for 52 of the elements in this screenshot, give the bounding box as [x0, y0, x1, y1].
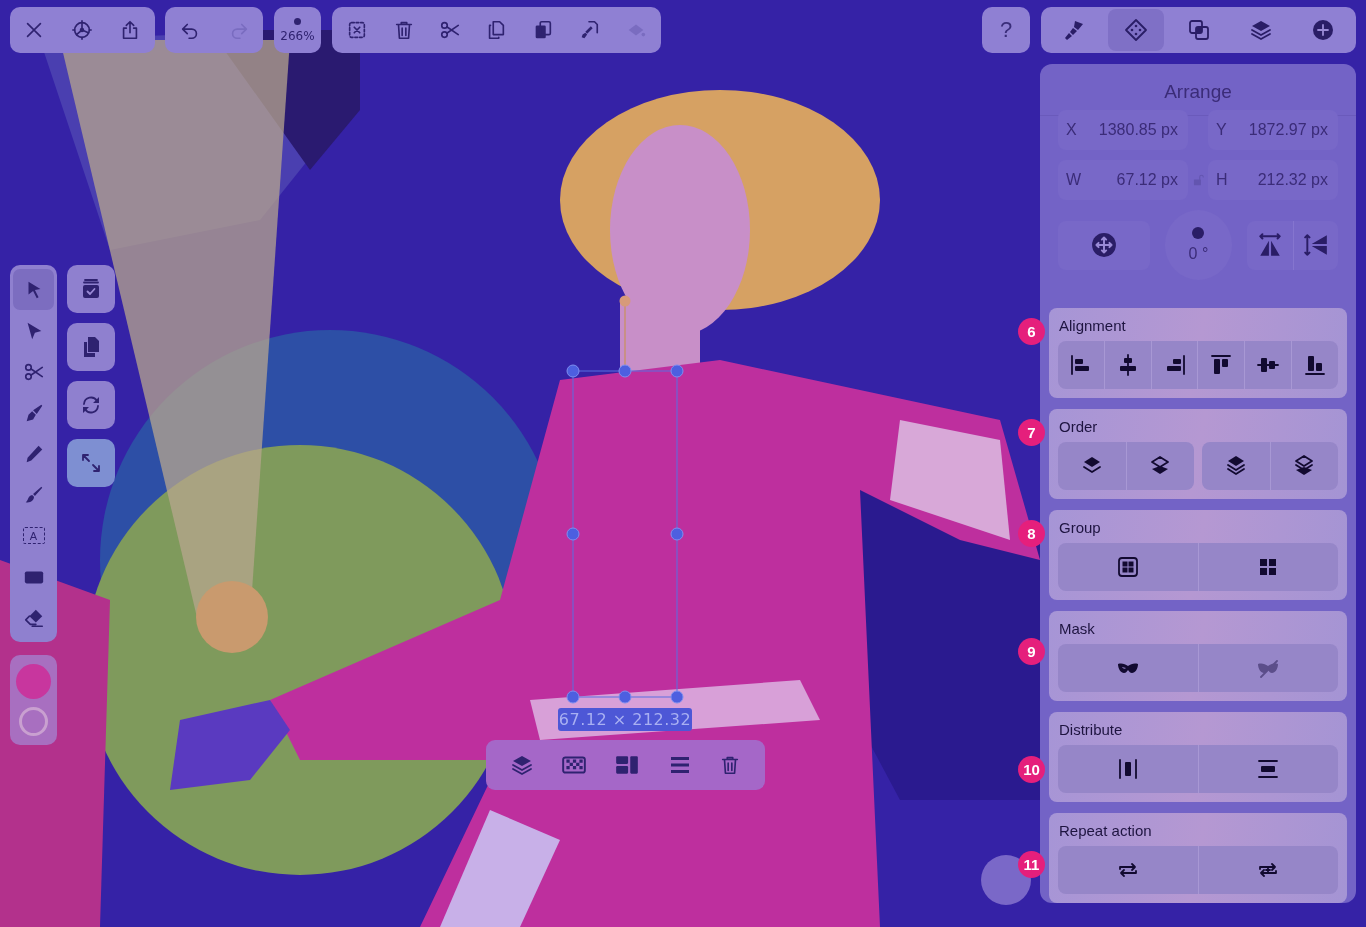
resize-handle[interactable]: [566, 527, 580, 541]
flip-vertical-icon: [1302, 232, 1329, 258]
stroke-swatch[interactable]: [19, 707, 48, 736]
flip-vertical-button[interactable]: [1292, 220, 1338, 270]
flip-horizontal-icon: [1256, 232, 1283, 258]
scissors-icon: [438, 19, 461, 41]
dimension-field[interactable]: X 1380.85 px: [1058, 110, 1188, 150]
move-icon: [1090, 232, 1117, 258]
dimension-field[interactable]: Y 1872.97 px: [1208, 110, 1338, 150]
move-button[interactable]: [1058, 220, 1150, 270]
section-title: Group: [1059, 519, 1102, 536]
settings-icon: [71, 19, 93, 41]
quick-action-button[interactable]: [67, 439, 115, 487]
dimension-field[interactable]: H 212.32 px: [1208, 160, 1338, 200]
quick-action-button[interactable]: [67, 381, 115, 429]
section-title: Mask: [1059, 620, 1096, 637]
fill-swatch[interactable]: [16, 664, 51, 699]
dimension-field[interactable]: W 67.12 px: [1058, 160, 1188, 200]
text-tool-icon: A: [22, 527, 45, 544]
help-button[interactable]: ?: [982, 7, 1030, 53]
rotation-dial[interactable]: 0 °: [1164, 210, 1233, 280]
tool-button[interactable]: [13, 269, 54, 310]
rotation-line: [624, 305, 626, 366]
resize-handle[interactable]: [566, 364, 580, 378]
section-title: Order: [1059, 418, 1099, 435]
resize-handle[interactable]: [670, 364, 684, 378]
group-icon: [1115, 555, 1140, 579]
add-icon: [1310, 18, 1335, 42]
resize-handle[interactable]: [566, 690, 580, 704]
expand-icon: [79, 451, 103, 475]
align-top-icon: [1209, 353, 1234, 377]
section-title: Distribute: [1059, 721, 1124, 738]
resize-handle[interactable]: [618, 690, 632, 704]
section-title: Alignment: [1059, 317, 1127, 334]
align-bottom-icon: [1303, 353, 1328, 377]
layers-icon: [1248, 18, 1273, 42]
size-label: 67.12 × 212.32: [558, 708, 692, 731]
flip-horizontal-button[interactable]: [1247, 220, 1293, 270]
resize-handle[interactable]: [618, 364, 632, 378]
layers-icon: [509, 753, 534, 777]
tool-button[interactable]: A: [13, 515, 54, 556]
distribute-vertical-icon: [1256, 757, 1281, 781]
section-title: Repeat action: [1059, 822, 1153, 839]
diamond-icon: [1124, 18, 1149, 42]
inspector-tab[interactable]: [1108, 9, 1165, 51]
rotate-handle[interactable]: [619, 295, 631, 307]
resize-handle[interactable]: [670, 690, 684, 704]
overlapping-squares-icon: [1186, 18, 1211, 42]
resize-handle[interactable]: [670, 527, 684, 541]
quick-action-button[interactable]: [67, 323, 115, 371]
quick-action-button[interactable]: [67, 265, 115, 313]
zoom-button[interactable]: 266%: [274, 7, 321, 53]
